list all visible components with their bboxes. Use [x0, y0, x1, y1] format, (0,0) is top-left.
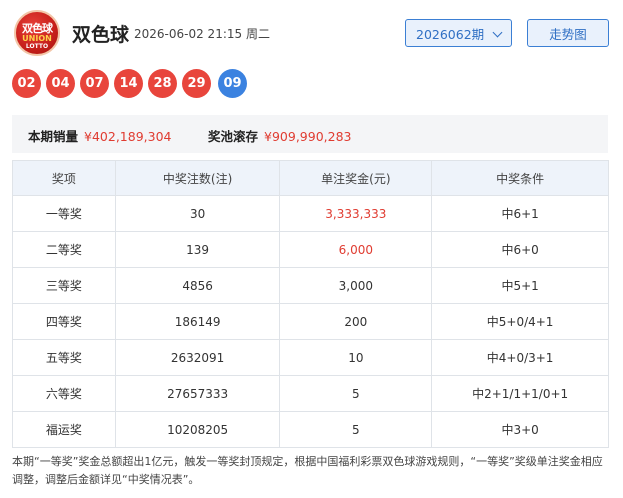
header-prize: 奖项 — [12, 160, 116, 196]
red-ball: 29 — [182, 69, 211, 98]
period-select-value: 2026062期 — [416, 26, 485, 42]
logo-sub2: LOTTO — [25, 43, 49, 50]
period-select[interactable]: 2026062期 — [405, 19, 512, 47]
red-ball: 02 — [12, 69, 41, 98]
sales-value: ¥402,189,304 — [84, 129, 172, 144]
footnote: 本期“一等奖”奖金总额超出1亿元，触发一等奖封顶规定，根据中国福利彩票双色球游戏… — [12, 455, 603, 486]
red-ball: 07 — [80, 69, 109, 98]
pool-label: 奖池滚存 — [208, 129, 259, 144]
prize-amount: 200 — [279, 303, 433, 340]
prize-amount: 6,000 — [279, 231, 433, 268]
prize-name: 二等奖 — [12, 231, 116, 268]
header-condition: 中奖条件 — [431, 160, 609, 196]
table-header-row: 奖项 中奖注数(注) 单注奖金(元) 中奖条件 — [12, 160, 609, 196]
prize-amount: 3,000 — [279, 267, 433, 304]
table-row: 六等奖 27657333 5 中2+1/1+1/0+1 — [12, 375, 609, 412]
prize-name: 三等奖 — [12, 267, 116, 304]
winner-count: 4856 — [114, 267, 281, 304]
sales-summary: 本期销量 ¥402,189,304 奖池滚存 ¥909,990,283 — [12, 115, 608, 153]
prize-condition: 中5+0/4+1 — [431, 303, 609, 340]
prize-name: 福运奖 — [12, 411, 116, 448]
prize-name: 五等奖 — [12, 339, 116, 376]
prize-condition: 中4+0/3+1 — [431, 339, 609, 376]
table-row: 三等奖 4856 3,000 中5+1 — [12, 267, 609, 304]
prize-condition: 中5+1 — [431, 267, 609, 304]
blue-ball: 09 — [218, 69, 247, 98]
sales-info: 本期销量 ¥402,189,304 — [28, 126, 172, 145]
winner-count: 27657333 — [114, 375, 281, 412]
prize-condition: 中6+0 — [431, 231, 609, 268]
header-count: 中奖注数(注) — [114, 160, 281, 196]
table-row: 福运奖 10208205 5 中3+0 — [12, 411, 609, 448]
prize-table: 奖项 中奖注数(注) 单注奖金(元) 中奖条件 一等奖 30 3,333,333… — [12, 160, 609, 448]
chevron-down-icon — [492, 27, 503, 38]
table-row: 四等奖 186149 200 中5+0/4+1 — [12, 303, 609, 340]
prize-amount: 3,333,333 — [279, 195, 433, 232]
prize-condition: 中3+0 — [431, 411, 609, 448]
table-row: 五等奖 2632091 10 中4+0/3+1 — [12, 339, 609, 376]
prize-amount: 5 — [279, 375, 433, 412]
lottery-logo: 双色球 UNION LOTTO — [14, 10, 60, 56]
prize-name: 一等奖 — [12, 195, 116, 232]
winner-count: 10208205 — [114, 411, 281, 448]
table-row: 一等奖 30 3,333,333 中6+1 — [12, 195, 609, 232]
header: 双色球 UNION LOTTO 双色球 2026-06-02 21:15 周二 … — [0, 0, 623, 66]
prize-name: 六等奖 — [12, 375, 116, 412]
sales-label: 本期销量 — [28, 129, 79, 144]
pool-info: 奖池滚存 ¥909,990,283 — [208, 126, 352, 145]
page-title: 双色球 — [72, 24, 130, 46]
red-ball: 28 — [148, 69, 177, 98]
red-ball: 14 — [114, 69, 143, 98]
red-ball: 04 — [46, 69, 75, 98]
header-amount: 单注奖金(元) — [279, 160, 433, 196]
trend-chart-button[interactable]: 走势图 — [527, 19, 609, 47]
prize-amount: 5 — [279, 411, 433, 448]
winner-count: 139 — [114, 231, 281, 268]
prize-amount: 10 — [279, 339, 433, 376]
table-row: 二等奖 139 6,000 中6+0 — [12, 231, 609, 268]
logo-sub: UNION — [22, 34, 52, 43]
draw-date: 2026-06-02 21:15 周二 — [134, 27, 270, 41]
prize-name: 四等奖 — [12, 303, 116, 340]
pool-value: ¥909,990,283 — [264, 129, 352, 144]
prize-condition: 中6+1 — [431, 195, 609, 232]
winner-count: 186149 — [114, 303, 281, 340]
winner-count: 30 — [114, 195, 281, 232]
winner-count: 2632091 — [114, 339, 281, 376]
prize-condition: 中2+1/1+1/0+1 — [431, 375, 609, 412]
